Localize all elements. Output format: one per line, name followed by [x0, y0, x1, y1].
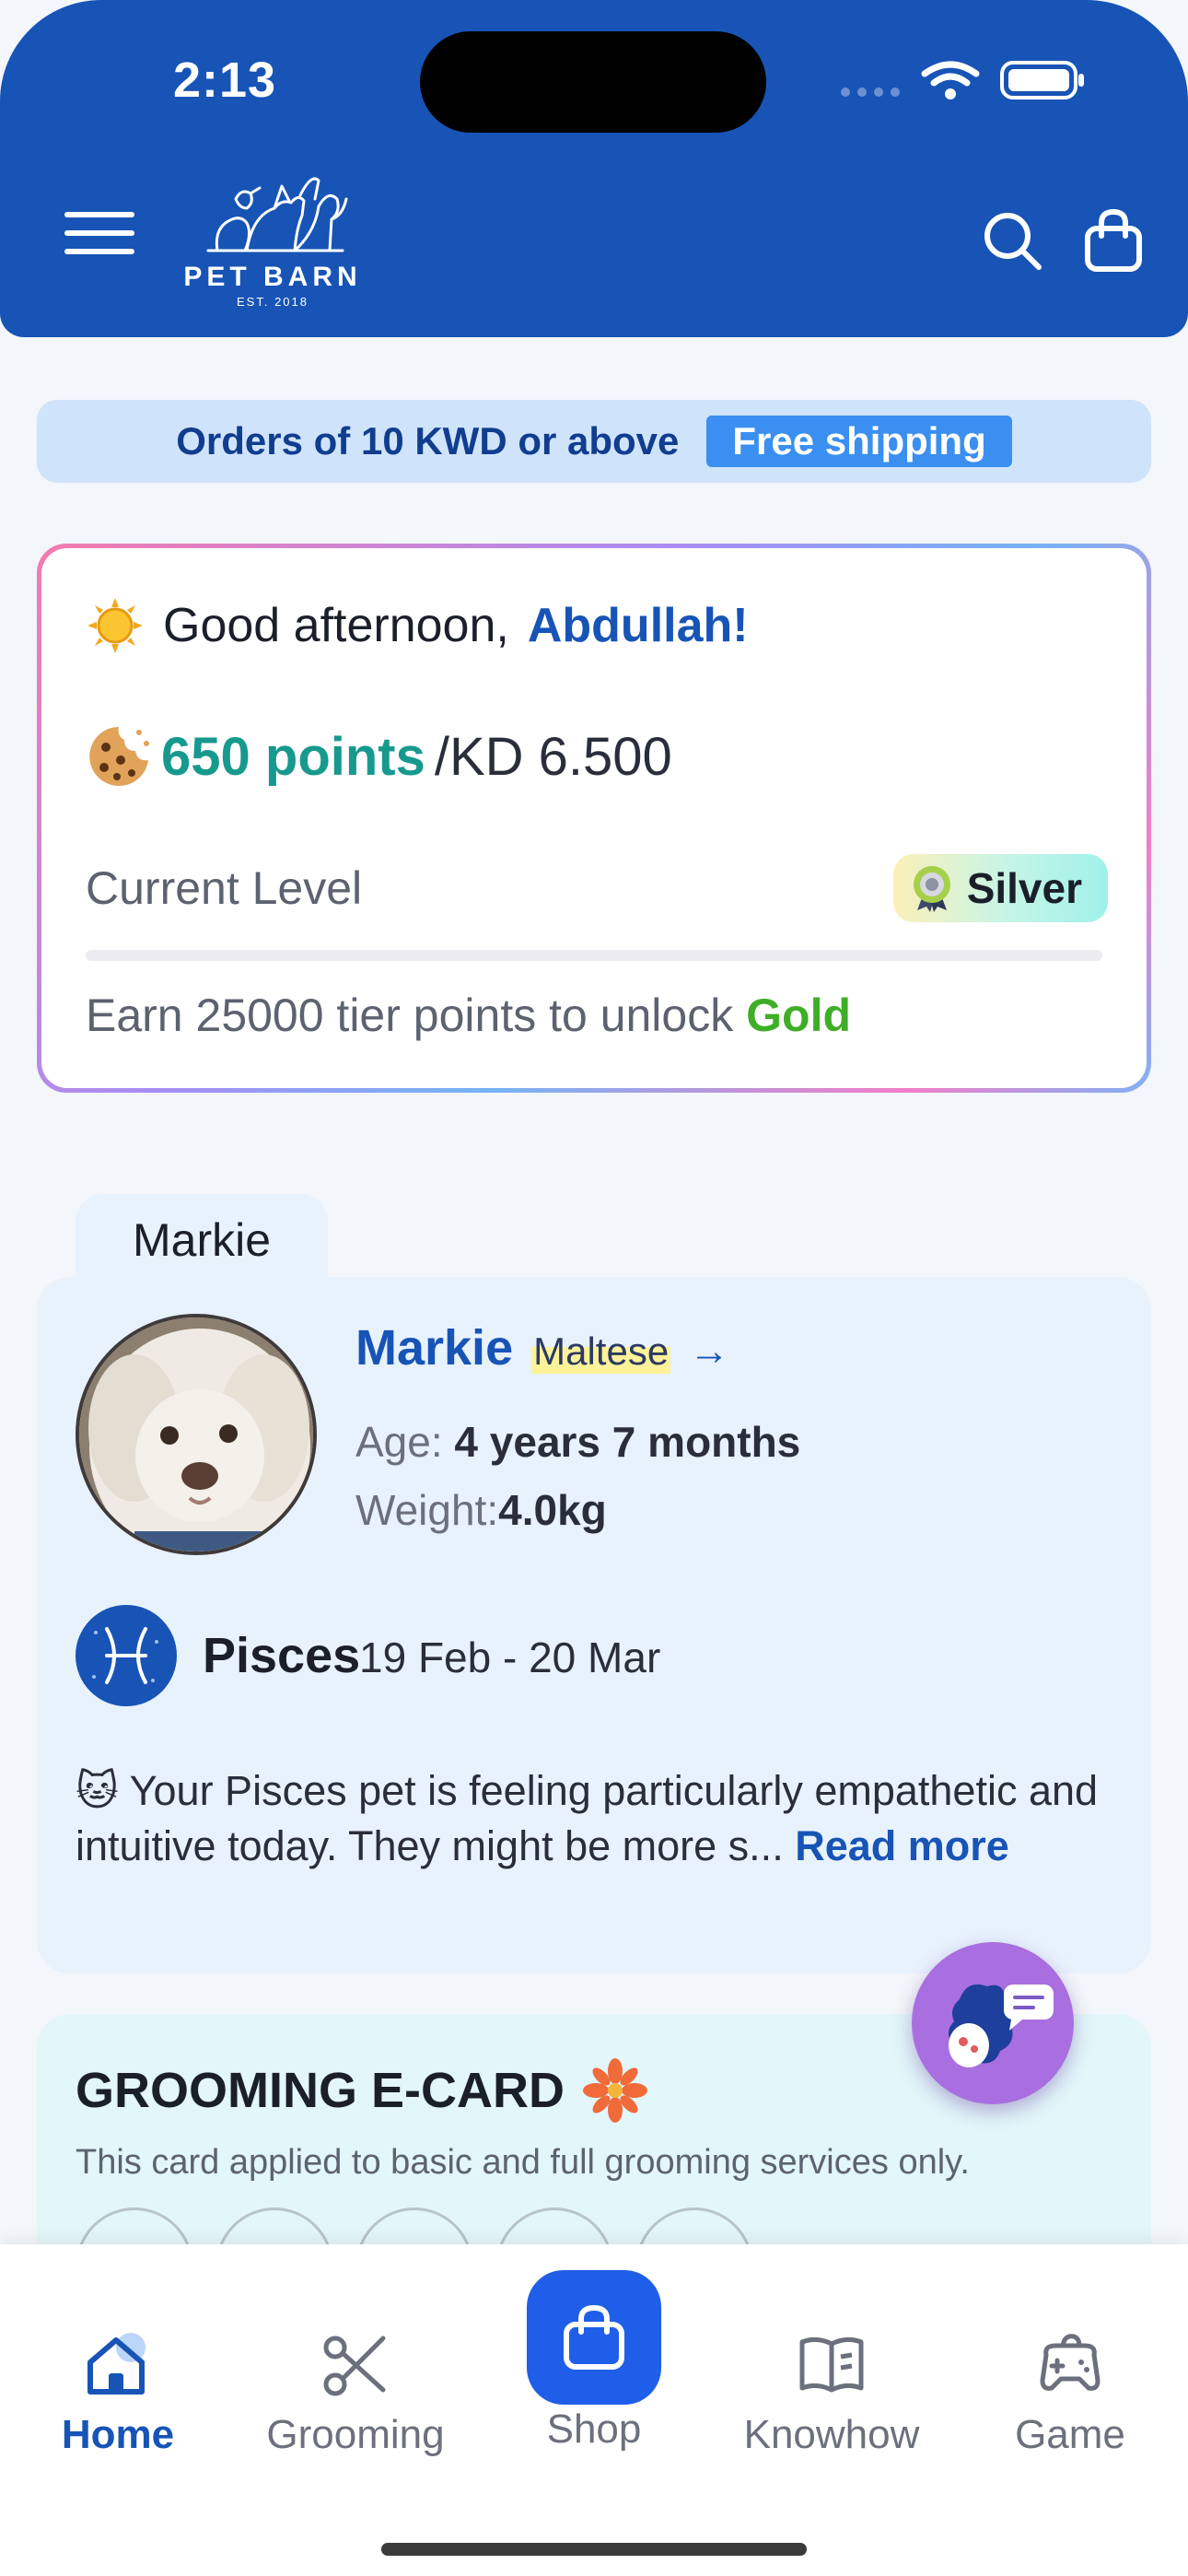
zodiac-sign: Pisces [203, 1628, 361, 1683]
brand-established: EST. 2018 [237, 295, 309, 309]
grooming-subtitle: This card applied to basic and full groo… [76, 2143, 970, 2182]
game-controller-icon [1040, 2334, 1101, 2391]
age-value: 4 years 7 months [454, 1418, 801, 1466]
tier-progress-bar [86, 950, 1102, 961]
free-shipping-banner[interactable]: Orders of 10 KWD or above Free shipping [37, 400, 1151, 483]
brand-logo[interactable]: PET BARN EST. 2018 [181, 162, 365, 310]
pet-weight-row: Weight:4.0kg [355, 1485, 607, 1535]
nav-knowhow[interactable]: Knowhow [730, 2327, 933, 2458]
age-label: Age: [355, 1418, 443, 1466]
shopping-bag-icon [564, 2304, 624, 2370]
shipping-threshold-text: Orders of 10 KWD or above [176, 419, 680, 463]
pet-photo [79, 1317, 313, 1551]
read-more-link[interactable]: Read more [795, 1822, 1009, 1869]
home-indicator [381, 2543, 807, 2556]
app-header: 2:13 PET BARN EST. 2018 [0, 0, 1188, 337]
tier-unlock-text: Earn 25000 tier points to unlock Gold [86, 989, 851, 1042]
pisces-zodiac-icon [76, 1605, 177, 1706]
greeting-text: Good afternoon, [163, 599, 509, 652]
dynamic-island [420, 31, 766, 133]
next-tier-name: Gold [746, 989, 852, 1041]
current-level-label: Current Level [86, 862, 363, 914]
loyalty-card[interactable]: Good afternoon, Abdullah! 650 points/KD … [37, 544, 1151, 1093]
horoscope-text: 🐱 Your Pisces pet is feeling particularl… [76, 1763, 1125, 1874]
nav-knowhow-label: Knowhow [743, 2412, 920, 2457]
nav-game[interactable]: Game [969, 2327, 1171, 2458]
pet-profile-card[interactable]: Markie Maltese → Age: 4 years 7 months W… [37, 1277, 1151, 1973]
bottom-navigation: Home Grooming Shop Knowhow Game [0, 2244, 1188, 2576]
unlock-message: Earn 25000 tier points to unlock [86, 989, 734, 1041]
weight-value: 4.0kg [498, 1486, 607, 1534]
brand-name: PET BARN [183, 262, 362, 292]
pet-breed: Maltese [531, 1329, 671, 1374]
pet-age-row: Age: 4 years 7 months [355, 1417, 800, 1467]
chat-assistant-button[interactable] [912, 1942, 1074, 2104]
nav-game-label: Game [1015, 2412, 1125, 2457]
points-balance: 650 points [161, 726, 425, 787]
cart-button[interactable] [1083, 208, 1144, 273]
flower-icon [582, 2058, 647, 2123]
shop-button[interactable] [527, 2270, 661, 2405]
pet-logo-icon [206, 177, 348, 252]
user-name: Abdullah! [527, 599, 749, 652]
shopping-bag-icon [1085, 208, 1142, 272]
zodiac-dates: 19 Feb - 20 Mar [359, 1633, 661, 1681]
status-icons [841, 61, 1084, 100]
pet-name: Markie [355, 1320, 514, 1376]
greeting-row: Good afternoon, Abdullah! [86, 596, 749, 655]
search-button[interactable] [980, 208, 1044, 273]
hamburger-icon [64, 212, 134, 254]
arrow-right-icon: → [689, 1329, 730, 1374]
free-shipping-badge: Free shipping [706, 416, 1012, 467]
home-icon [87, 2333, 146, 2395]
nav-home[interactable]: Home [17, 2327, 219, 2458]
chat-assistant-icon [949, 1984, 1054, 2067]
points-kd-value: /KD 6.500 [434, 726, 672, 787]
tier-badge[interactable]: Silver [892, 854, 1108, 922]
points-row: 650 points/KD 6.500 [86, 723, 672, 790]
medal-icon [913, 866, 950, 912]
menu-button[interactable] [64, 212, 134, 263]
grooming-title: GROOMING E-CARD [76, 2063, 565, 2118]
grooming-title-row: GROOMING E-CARD [76, 2058, 647, 2123]
status-time: 2:13 [173, 53, 277, 108]
search-icon [984, 213, 1042, 270]
book-icon [799, 2336, 864, 2393]
pet-avatar[interactable] [76, 1314, 317, 1555]
pet-details-link[interactable]: Markie Maltese → [355, 1319, 729, 1376]
cookie-icon [89, 727, 149, 786]
cat-emoji-icon: 🐱 [76, 1767, 119, 1814]
nav-grooming-label: Grooming [266, 2412, 445, 2457]
scissors-icon [323, 2336, 386, 2396]
weight-label: Weight: [355, 1486, 499, 1534]
pet-tab-markie[interactable]: Markie [76, 1194, 328, 1286]
nav-grooming[interactable]: Grooming [254, 2327, 457, 2458]
nav-home-label: Home [61, 2412, 175, 2457]
tier-name: Silver [966, 864, 1082, 912]
sun-icon [87, 598, 143, 653]
nav-shop-label: Shop [546, 2406, 642, 2452]
